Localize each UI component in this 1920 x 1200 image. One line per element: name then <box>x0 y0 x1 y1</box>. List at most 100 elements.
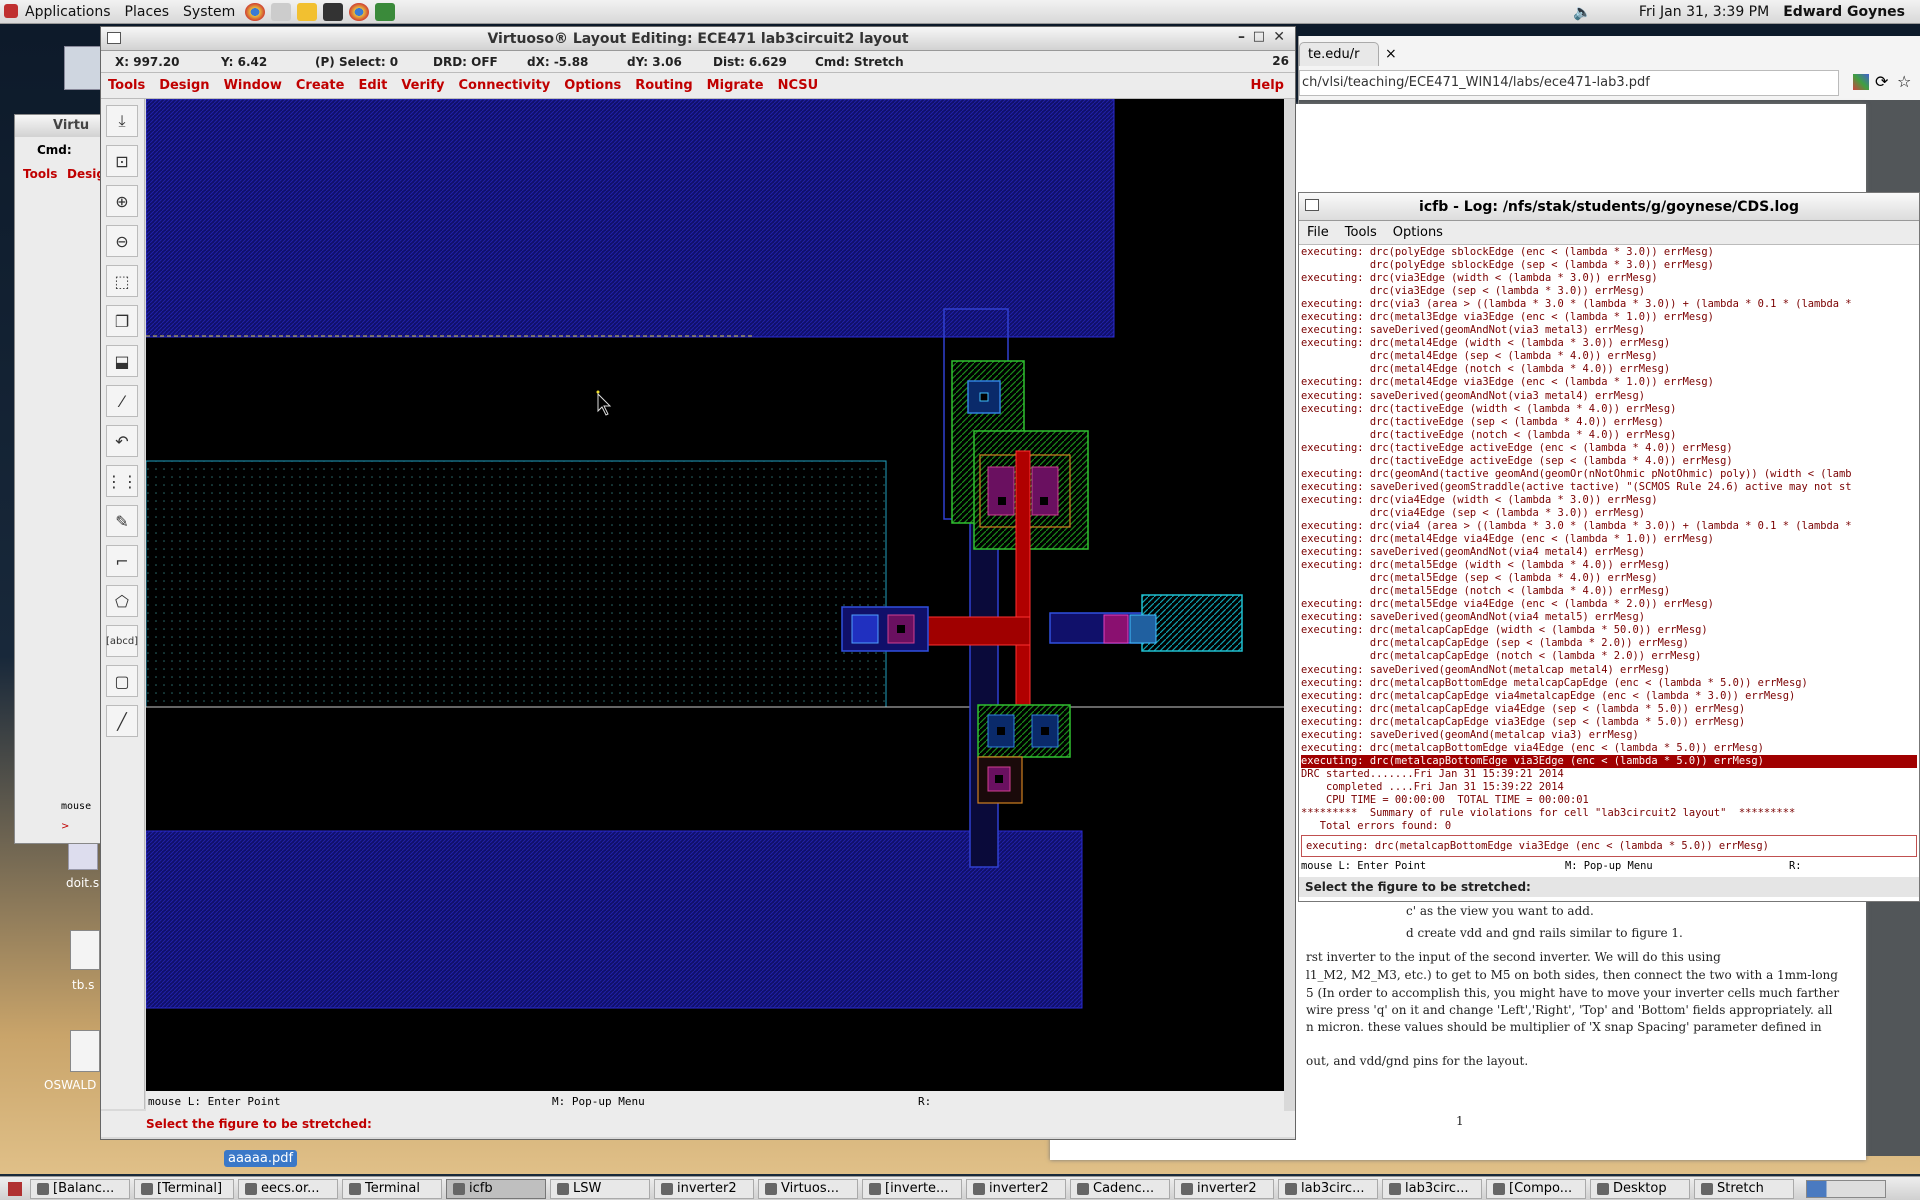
path-icon[interactable]: ⌐ <box>106 545 138 577</box>
menu-help[interactable]: Help <box>1244 78 1291 93</box>
menu-options[interactable]: Options <box>557 78 628 93</box>
taskbar-item[interactable]: Virtuos... <box>758 1178 858 1199</box>
zoom-out-icon[interactable]: ⊖ <box>106 225 138 257</box>
contact-right-2[interactable] <box>1129 614 1157 644</box>
monitor-launcher-icon[interactable] <box>375 2 396 21</box>
taskbar-item[interactable]: eecs.or... <box>238 1178 338 1199</box>
taskbar-item[interactable]: inverter2 <box>654 1178 754 1199</box>
layout-canvas[interactable] <box>145 98 1284 1091</box>
taskbar-item[interactable]: LSW <box>550 1178 650 1199</box>
instance-icon[interactable]: ▢ <box>106 665 138 697</box>
copy-icon[interactable]: ❐ <box>106 305 138 337</box>
save-icon[interactable]: ⤓ <box>106 105 138 137</box>
menu-design[interactable]: Design <box>152 78 216 93</box>
menu-window[interactable]: Window <box>217 78 289 93</box>
log-line: executing: drc(metal4Edge via3Edge (enc … <box>1301 376 1714 389</box>
taskbar-item[interactable]: lab3circ... <box>1382 1178 1482 1199</box>
taskbar-item[interactable]: [Compo... <box>1486 1178 1586 1199</box>
contact-cut <box>995 775 1003 783</box>
mail-launcher-icon[interactable] <box>271 2 292 21</box>
extension-icon[interactable] <box>1853 74 1869 90</box>
zoom-in-icon[interactable]: ⊕ <box>106 185 138 217</box>
close-icon[interactable]: × <box>1385 46 1397 62</box>
desktop-icon-doit[interactable] <box>68 840 98 870</box>
metal-column-lower[interactable] <box>969 518 999 868</box>
desktop-icon-tb[interactable] <box>70 930 100 970</box>
log-output[interactable]: executing: drc(polyEdge sblockEdge (enc … <box>1301 246 1917 832</box>
virtuoso-titlebar[interactable]: Virtuoso® Layout Editing: ECE471 lab3cir… <box>101 27 1295 51</box>
window-menu-icon[interactable] <box>1305 199 1319 211</box>
maximize-icon[interactable]: □ <box>1253 29 1265 44</box>
fit-view-icon[interactable]: ⊡ <box>106 145 138 177</box>
taskbar-item[interactable]: [Terminal] <box>134 1178 234 1199</box>
log-menu-options[interactable]: Options <box>1385 225 1451 240</box>
log-menu-tools[interactable]: Tools <box>1337 225 1385 240</box>
desktop-icon-pdf-label[interactable]: aaaaa.pdf <box>224 1150 298 1167</box>
menu-migrate[interactable]: Migrate <box>700 78 771 93</box>
reload-icon[interactable]: ⟳ <box>1875 72 1888 91</box>
desktop-icon-html[interactable] <box>70 1030 100 1072</box>
label-icon[interactable]: [abcd] <box>106 625 138 657</box>
log-command-input[interactable]: executing: drc(metalcapBottomEdge via3Ed… <box>1301 835 1917 857</box>
minimize-icon[interactable]: – <box>1238 29 1245 45</box>
menu-verify[interactable]: Verify <box>394 78 451 93</box>
small-menu-tools[interactable]: Tools <box>23 167 57 181</box>
taskbar-item[interactable]: Terminal <box>342 1178 442 1199</box>
ruler-line-icon[interactable]: ╱ <box>106 705 138 737</box>
notes-launcher-icon[interactable] <box>297 2 318 21</box>
move-icon[interactable]: ⬓ <box>106 345 138 377</box>
vdd-rail[interactable] <box>145 98 1115 338</box>
chrome-launcher-icon[interactable] <box>245 2 266 21</box>
taskbar-item[interactable]: inverter2 <box>966 1178 1066 1199</box>
menu-create[interactable]: Create <box>289 78 352 93</box>
taskbar-item[interactable]: icfb <box>446 1178 546 1199</box>
menu-applications[interactable]: Applications <box>18 4 118 20</box>
contact-right[interactable] <box>1103 614 1129 644</box>
close-icon[interactable]: ✕ <box>1273 29 1285 45</box>
contact-pmos-right[interactable] <box>1031 466 1059 516</box>
chrome-launcher-icon[interactable] <box>349 2 370 21</box>
taskbar-item[interactable]: inverter2 <box>1174 1178 1274 1199</box>
menu-tools[interactable]: Tools <box>101 78 152 93</box>
taskbar-item[interactable]: Desktop <box>1590 1178 1690 1199</box>
menu-system[interactable]: System <box>176 4 242 20</box>
menu-connectivity[interactable]: Connectivity <box>451 78 557 93</box>
delete-icon[interactable]: ⁄ <box>106 385 138 417</box>
log-mouse-left: mouse L: Enter Point <box>1301 860 1427 872</box>
taskbar-item[interactable]: [Balanc... <box>30 1178 130 1199</box>
small-window-titlebar[interactable]: Virtu <box>15 115 103 137</box>
output-pin[interactable] <box>1141 594 1243 652</box>
window-menu-icon[interactable] <box>107 32 121 44</box>
window-icon <box>765 1182 777 1195</box>
log-menubar: File Tools Options <box>1299 221 1919 245</box>
workspace-switcher[interactable] <box>1806 1179 1886 1198</box>
contact-pmos-left[interactable] <box>987 466 1015 516</box>
property-icon[interactable]: ✎ <box>106 505 138 537</box>
url-bar[interactable]: ch/vlsi/teaching/ECE471_WIN14/labs/ece47… <box>1299 70 1839 96</box>
contact-left[interactable] <box>851 614 879 644</box>
volume-icon[interactable]: 🔈 <box>1573 3 1592 21</box>
menu-places[interactable]: Places <box>118 4 177 20</box>
gnd-rail[interactable] <box>145 830 1083 1009</box>
bookmark-star-icon[interactable]: ☆ <box>1897 72 1911 91</box>
show-desktop-icon[interactable] <box>8 1181 22 1196</box>
layout-drawing[interactable] <box>145 98 1284 1091</box>
well-region[interactable] <box>145 460 887 708</box>
taskbar-item[interactable]: Stretch <box>1694 1178 1794 1199</box>
polygon-icon[interactable]: ⬠ <box>106 585 138 617</box>
taskbar-item[interactable]: Cadenc... <box>1070 1178 1170 1199</box>
ruler-icon[interactable]: ⋮⋮ <box>106 465 138 497</box>
user-name[interactable]: Edward Goynes <box>1776 4 1912 20</box>
clock[interactable]: Fri Jan 31, 3:39 PM <box>1632 4 1776 20</box>
log-window-title[interactable]: icfb - Log: /nfs/stak/students/g/goynese… <box>1299 193 1919 221</box>
taskbar-item[interactable]: lab3circ... <box>1278 1178 1378 1199</box>
stretch-icon[interactable]: ⬚ <box>106 265 138 297</box>
terminal-launcher-icon[interactable] <box>323 2 344 21</box>
menu-edit[interactable]: Edit <box>351 78 394 93</box>
log-menu-file[interactable]: File <box>1299 225 1337 240</box>
taskbar-item[interactable]: [inverte... <box>862 1178 962 1199</box>
browser-tab[interactable]: te.edu/r <box>1299 42 1379 66</box>
undo-icon[interactable]: ↶ <box>106 425 138 457</box>
menu-routing[interactable]: Routing <box>628 78 699 93</box>
menu-ncsu[interactable]: NCSU <box>771 78 826 93</box>
